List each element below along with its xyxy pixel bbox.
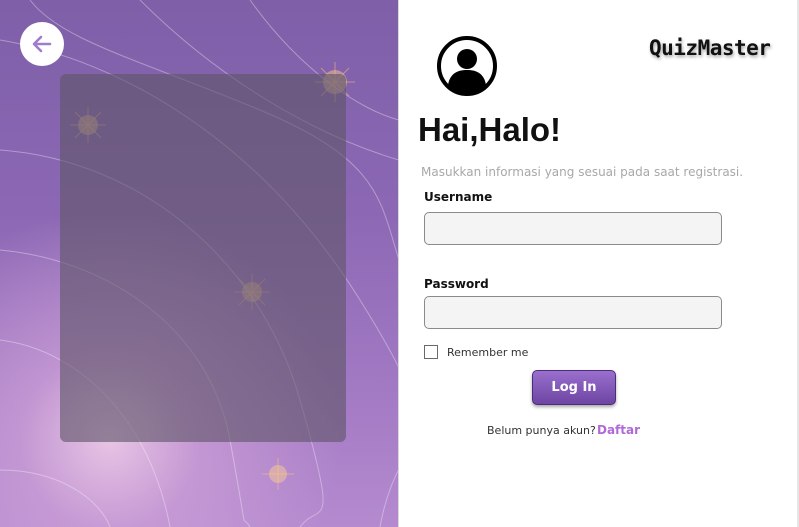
brand-logo: QuizMaster xyxy=(649,36,771,60)
page-title: Hai,Halo! xyxy=(418,111,562,148)
form-subtitle: Masukkan informasi yang sesuai pada saat… xyxy=(421,165,744,179)
signup-prompt: Belum punya akun? xyxy=(487,424,596,437)
signup-link[interactable]: Daftar xyxy=(597,423,640,437)
hero-panel xyxy=(0,0,399,527)
username-label: Username xyxy=(424,190,493,204)
user-avatar-icon xyxy=(437,36,497,96)
username-input[interactable] xyxy=(424,212,722,245)
back-button[interactable] xyxy=(20,22,64,66)
remember-me-label[interactable]: Remember me xyxy=(447,346,528,359)
password-label: Password xyxy=(424,277,489,291)
arrow-left-icon xyxy=(32,35,52,53)
image-placeholder xyxy=(60,74,346,442)
panel-divider xyxy=(398,0,399,527)
remember-me-checkbox[interactable] xyxy=(424,345,438,359)
password-input[interactable] xyxy=(424,296,722,329)
login-button[interactable]: Log In xyxy=(532,370,616,405)
